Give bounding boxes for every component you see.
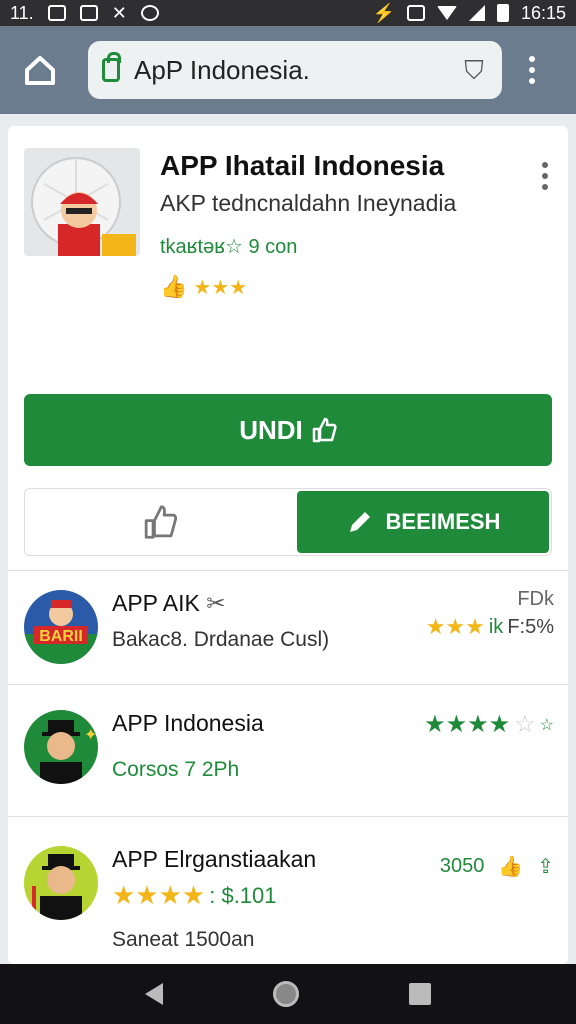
thumbs-up-icon xyxy=(144,505,178,539)
review-tab[interactable]: BEEIMESH xyxy=(297,491,549,553)
svg-text:✦: ✦ xyxy=(84,725,97,744)
like-count: 3050 xyxy=(439,855,485,877)
link-icon: ✂ xyxy=(206,590,226,616)
signal-icon xyxy=(468,5,485,21)
rating-value: : $.101 xyxy=(209,882,277,908)
list-item-meta: FDk xyxy=(517,588,554,610)
ik-text: ik xyxy=(488,615,504,638)
status-bar: 11. ✕ ⚡ 16:15 xyxy=(0,0,576,26)
install-button[interactable]: UNDI xyxy=(24,394,552,466)
avatar: BARII xyxy=(24,590,98,664)
list-item-rating: ★★★★ : $.101 xyxy=(112,880,277,911)
app-icon-image xyxy=(24,148,140,256)
empty-star-icon: ☆ xyxy=(514,711,536,738)
thumbs-up-icon: 👍 xyxy=(160,274,188,299)
wifi-icon xyxy=(436,6,457,20)
app-card: APP Ihatail Indonesia AKP tedncnaldahn I… xyxy=(8,126,568,964)
avatar-text: BARII xyxy=(39,628,83,645)
alarm-icon xyxy=(406,5,425,21)
thumbs-up-icon[interactable]: 👍 xyxy=(498,854,523,879)
list-item-subtitle: Corsos 7 2Ph xyxy=(112,758,240,781)
more-options-button[interactable] xyxy=(542,162,548,190)
avatar xyxy=(24,846,98,920)
app-category: tkaʁtǝʁ☆ 9 con xyxy=(160,236,298,258)
list-item-title: APP Elrganstiaakan xyxy=(112,846,317,872)
lock-icon xyxy=(102,52,121,82)
browser-toolbar: ApP Indonesia. ⛉ xyxy=(0,26,576,114)
star-icon: ★★★ xyxy=(425,614,485,639)
mute-icon: ⚡ xyxy=(372,2,395,23)
list-item-subtitle: Saneat 1500an xyxy=(112,928,255,951)
browser-menu-button[interactable] xyxy=(520,56,544,84)
action-tabs: BEEIMESH xyxy=(24,488,552,556)
app-subtitle: AKP tedncnaldahn Ineynadia xyxy=(160,190,457,216)
star-icon: ★★★★ xyxy=(424,711,511,738)
star-icon: ★★★★ xyxy=(112,880,206,910)
home-circle-icon[interactable] xyxy=(273,981,299,1007)
tools-icon: ✕ xyxy=(111,2,127,23)
divider xyxy=(8,816,568,817)
url-bar[interactable]: ApP Indonesia. ⛉ xyxy=(88,41,502,99)
back-button-icon[interactable] xyxy=(145,983,163,1005)
list-item[interactable]: ✦ APP Indonesia Corsos 7 2Ph ★★★★ ☆ ☆ xyxy=(8,686,568,816)
status-time-left: 11. xyxy=(10,2,34,23)
list-item-title: APP Indonesia xyxy=(112,710,264,736)
share-icon[interactable]: ⇪ xyxy=(537,854,554,879)
pencil-icon xyxy=(349,512,370,532)
review-tab-label: BEEIMESH xyxy=(385,509,501,534)
rating-stars: ★★★ xyxy=(193,276,248,299)
list-item[interactable]: APP Elrganstiaakan ★★★★ : $.101 Saneat 1… xyxy=(8,818,568,951)
install-label: UNDI xyxy=(239,414,303,445)
home-icon xyxy=(25,56,55,85)
notification-icon xyxy=(47,5,66,21)
url-text: ApP Indonesia. xyxy=(134,54,310,85)
list-item-title: APP AIK ✂ xyxy=(112,590,226,616)
status-time: 16:15 xyxy=(520,2,566,23)
list-item-rating: ★★★★ ☆ ☆ xyxy=(424,711,554,738)
battery-icon xyxy=(496,4,509,22)
app-title: APP Ihatail Indonesia xyxy=(160,150,445,181)
divider xyxy=(8,684,568,685)
recent-apps-icon[interactable] xyxy=(409,983,431,1005)
list-item-actions: 3050 👍 ⇪ xyxy=(440,854,554,879)
shield-icon[interactable]: ⛉ xyxy=(460,55,488,85)
image-icon xyxy=(79,5,98,21)
list-item-subtitle: Bakac8. Drdanae Cusl) xyxy=(112,628,330,651)
app-rating: 👍 ★★★ xyxy=(160,274,247,300)
app-icon xyxy=(140,5,159,21)
home-button[interactable] xyxy=(18,48,62,92)
rating-percent: F:5% xyxy=(507,615,554,638)
navigation-bar xyxy=(0,964,576,1024)
avatar: ✦ xyxy=(24,710,98,784)
list-item-rating: ★★★ ik F:5% xyxy=(426,614,554,640)
thumbs-up-icon xyxy=(312,417,337,443)
list-item[interactable]: BARII APP AIK ✂ Bakac8. Drdanae Cusl) FD… xyxy=(8,570,568,700)
like-tab[interactable] xyxy=(25,489,295,555)
